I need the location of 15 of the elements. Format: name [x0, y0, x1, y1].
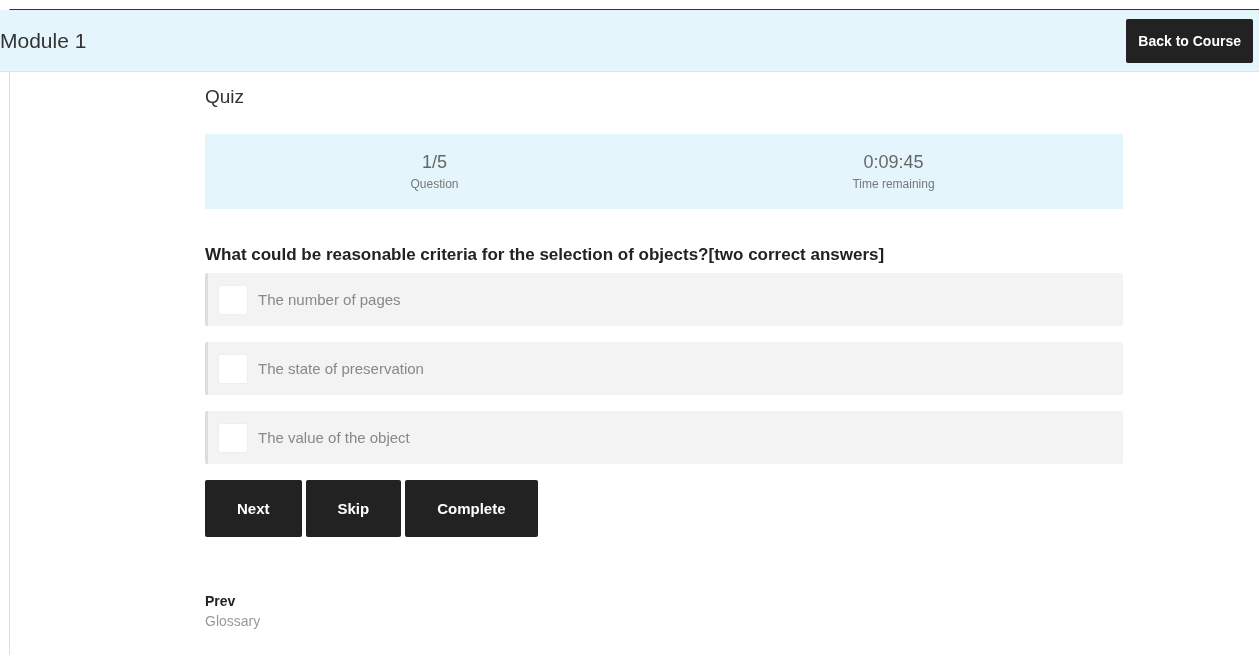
module-title: Module 1: [0, 28, 87, 53]
quiz-button[interactable]: Next: [205, 480, 302, 537]
stat-label: Time remaining: [852, 177, 935, 191]
stat-value: 0:09:45: [863, 152, 924, 173]
quiz-title: Quiz: [205, 86, 246, 109]
stat-value: 1/5: [422, 152, 447, 173]
option-label: The value of the object: [258, 429, 410, 446]
prev-label: Prev: [205, 593, 237, 609]
back-to-course-button[interactable]: Back to Course: [1126, 18, 1253, 63]
quiz-button[interactable]: Skip: [305, 480, 402, 537]
question-text: What could be reasonable criteria for the selection of objects?[two correct answers]: [205, 245, 886, 265]
option-label: The number of pages: [258, 291, 401, 308]
option-label: The state of preservation: [258, 360, 424, 377]
quiz-button[interactable]: Complete: [405, 480, 538, 537]
stat-label: Question: [410, 177, 459, 191]
